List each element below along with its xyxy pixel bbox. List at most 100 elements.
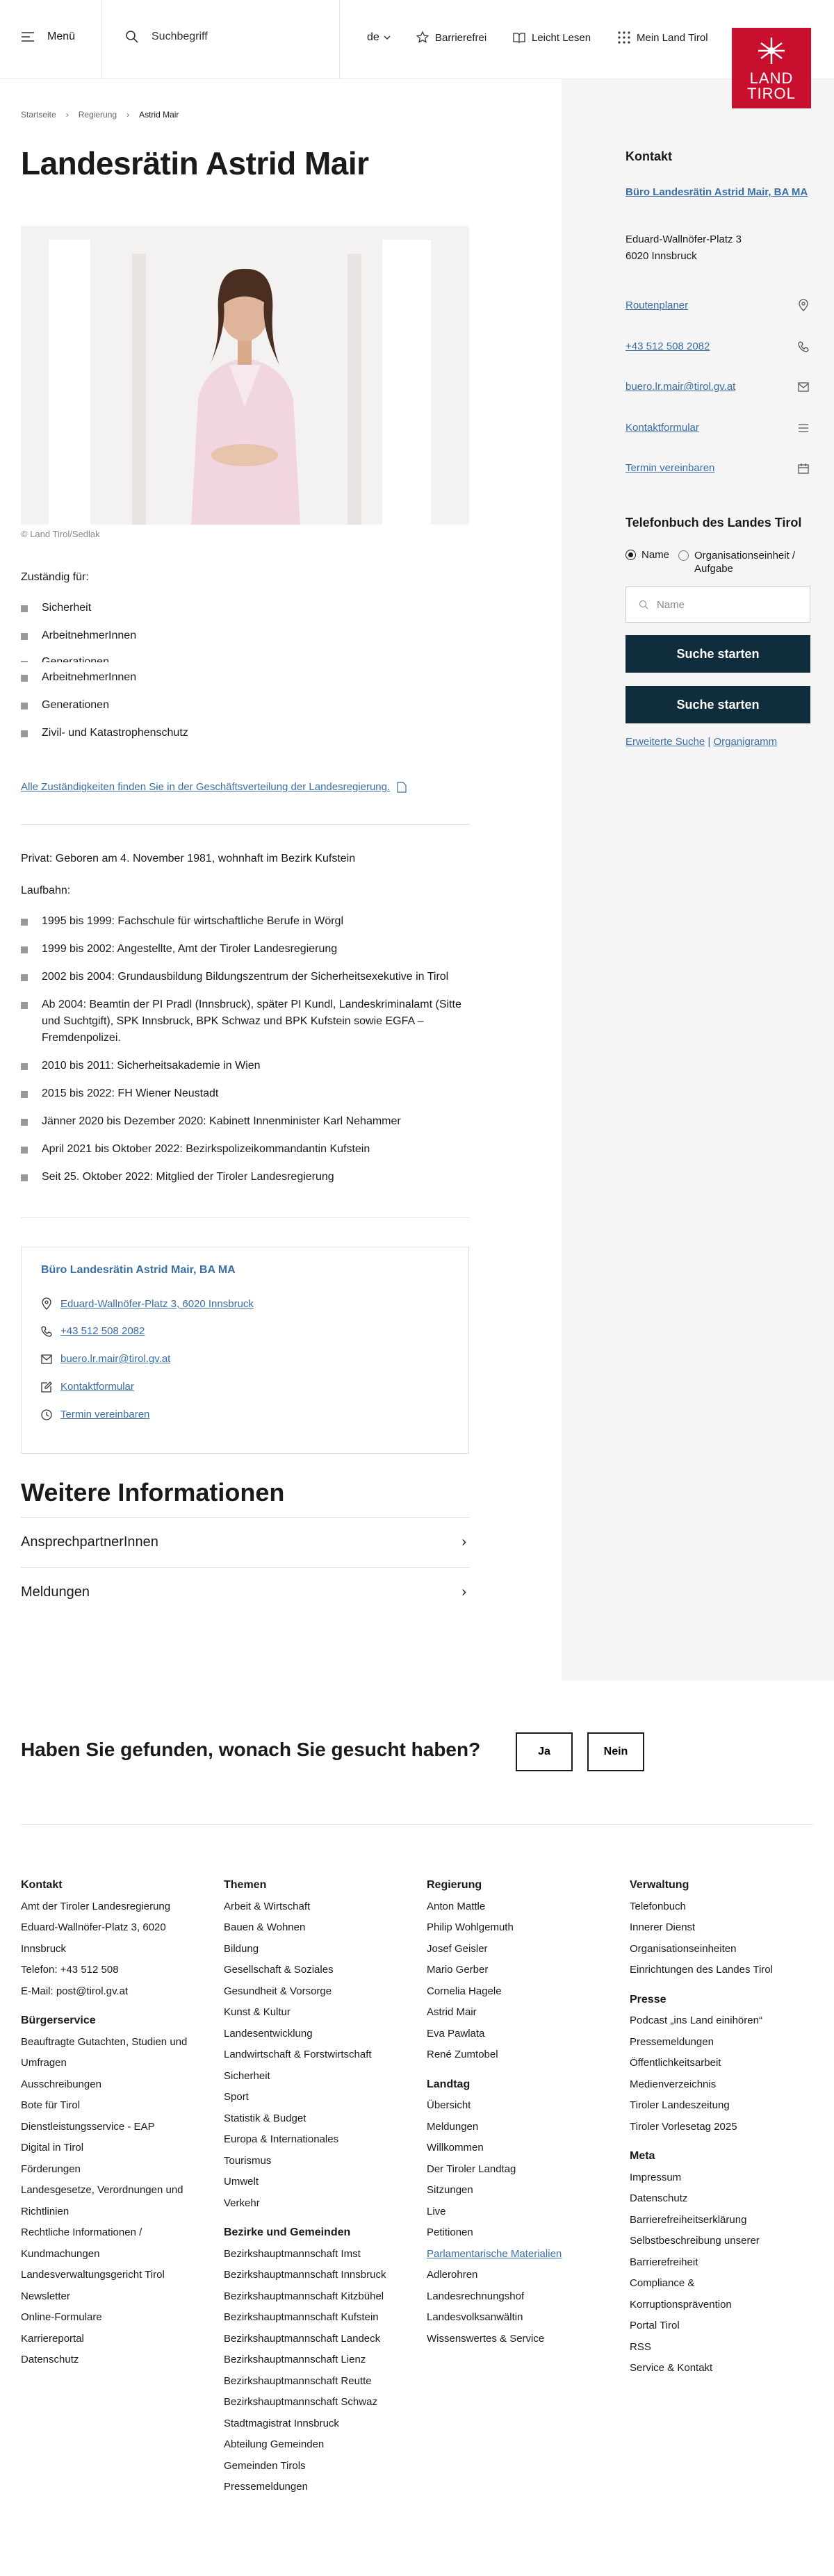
footer-link[interactable]: Adlerohren xyxy=(427,2265,614,2286)
footer-link[interactable]: Arbeit & Wirtschaft xyxy=(224,1896,411,1918)
accordion-ansprechpartner[interactable]: AnsprechpartnerInnen › xyxy=(21,1517,469,1567)
footer-link[interactable]: Bezirkshauptmannschaft Kufstein xyxy=(224,2307,411,2329)
footer-link[interactable]: Korruptionsprävention xyxy=(630,2295,813,2316)
footer-link[interactable]: Verkehr xyxy=(224,2193,411,2215)
footer-link[interactable]: Gemeinden Tirols xyxy=(224,2456,411,2477)
menu-button[interactable]: Menü xyxy=(21,30,75,44)
barrierefrei-link[interactable]: Barrierefrei xyxy=(416,31,486,44)
sidebar-termin[interactable]: Termin vereinbaren xyxy=(626,462,809,474)
mein-land-tirol-link[interactable]: Mein Land Tirol xyxy=(617,31,708,44)
card-phone-row[interactable]: +43 512 508 2082 xyxy=(41,1325,145,1337)
footer-link[interactable]: Sport xyxy=(224,2087,411,2108)
footer-link[interactable]: Meldungen xyxy=(427,2117,614,2138)
footer-link[interactable]: Bauen & Wohnen xyxy=(224,1917,411,1939)
footer-link[interactable]: Medienverzeichnis xyxy=(630,2074,813,2096)
footer-link[interactable]: Telefonbuch xyxy=(630,1896,813,1918)
footer-link[interactable]: Stadtmagistrat Innsbruck xyxy=(224,2413,411,2435)
footer-link[interactable]: Beauftragte Gutachten, Studien und xyxy=(21,2032,229,2053)
footer-link[interactable]: Bote für Tirol xyxy=(21,2095,229,2117)
footer-link[interactable]: Landesvolksanwältin xyxy=(427,2307,614,2329)
footer-link[interactable]: Barrierefreiheit xyxy=(630,2252,813,2274)
breadcrumb-regierung[interactable]: Regierung xyxy=(79,110,117,120)
footer-link[interactable]: Tiroler Vorlesetag 2025 xyxy=(630,2117,813,2138)
footer-link[interactable]: Bezirkshauptmannschaft Schwaz xyxy=(224,2392,411,2413)
footer-link[interactable]: Organisationseinheiten xyxy=(630,1939,813,1960)
footer-link[interactable]: Willkommen xyxy=(427,2138,614,2159)
footer-link[interactable]: Bezirkshauptmannschaft Reutte xyxy=(224,2371,411,2393)
footer-link[interactable]: Philip Wohlgemuth xyxy=(427,1917,614,1939)
footer-link[interactable]: Petitionen xyxy=(427,2222,614,2244)
language-select[interactable]: de xyxy=(367,31,391,44)
alle-zustaendigkeiten-link[interactable]: Alle Zuständigkeiten finden Sie in der G… xyxy=(21,781,407,793)
footer-link[interactable]: Karriereportal xyxy=(21,2329,229,2350)
footer-link[interactable]: Landesverwaltungsgericht Tirol xyxy=(21,2265,229,2286)
footer-link[interactable]: Cornelia Hagele xyxy=(427,1981,614,2003)
card-form-row[interactable]: Kontaktformular xyxy=(41,1381,134,1393)
footer-link[interactable]: Compliance & xyxy=(630,2273,813,2295)
footer-link[interactable]: Newsletter xyxy=(21,2286,229,2308)
footer-link[interactable]: Tourismus xyxy=(224,2151,411,2172)
footer-link[interactable]: Bezirkshauptmannschaft Imst xyxy=(224,2244,411,2265)
footer-link[interactable]: Service & Kontakt xyxy=(630,2358,813,2379)
search-start-button-2[interactable]: Suche starten xyxy=(626,686,810,723)
footer-link[interactable]: Portal Tirol xyxy=(630,2315,813,2337)
footer-link[interactable]: Gesundheit & Vorsorge xyxy=(224,1981,411,2003)
footer-link[interactable]: Kundmachungen xyxy=(21,2244,229,2265)
footer-link[interactable]: Selbstbeschreibung unserer xyxy=(630,2231,813,2252)
card-email-row[interactable]: buero.lr.mair@tirol.gv.at xyxy=(41,1353,170,1365)
footer-link[interactable]: RSS xyxy=(630,2337,813,2358)
footer-link[interactable]: Digital in Tirol xyxy=(21,2138,229,2159)
footer-link[interactable]: Eva Pawlata xyxy=(427,2024,614,2045)
card-termin-row[interactable]: Termin vereinbaren xyxy=(41,1409,149,1420)
footer-link[interactable]: Sicherheit xyxy=(224,2066,411,2087)
footer-link[interactable]: Datenschutz xyxy=(21,2349,229,2371)
sidebar-email[interactable]: buero.lr.mair@tirol.gv.at xyxy=(626,381,809,393)
footer-link[interactable]: Bezirkshauptmannschaft Innsbruck xyxy=(224,2265,411,2286)
footer-link[interactable]: Parlamentarische Materialien xyxy=(427,2244,614,2265)
footer-link[interactable]: Josef Geisler xyxy=(427,1939,614,1960)
radio-name[interactable]: Name xyxy=(626,549,669,561)
footer-link[interactable]: Datenschutz xyxy=(630,2188,813,2210)
footer-link[interactable]: Online-Formulare xyxy=(21,2307,229,2329)
footer-link[interactable]: Podcast „ins Land einihören“ xyxy=(630,2010,813,2032)
sidebar-office-link[interactable]: Büro Landesrätin Astrid Mair, BA MA xyxy=(626,185,809,199)
search-field[interactable]: Suchbegriff xyxy=(125,30,208,44)
search-start-button[interactable]: Suche starten xyxy=(626,635,810,673)
footer-link[interactable]: Gesellschaft & Soziales xyxy=(224,1960,411,1981)
footer-link[interactable]: Rechtliche Informationen / xyxy=(21,2222,229,2244)
footer-link[interactable]: Pressemeldungen xyxy=(630,2032,813,2053)
footer-link[interactable]: René Zumtobel xyxy=(427,2044,614,2066)
footer-link[interactable]: Mario Gerber xyxy=(427,1960,614,1981)
sidebar-form[interactable]: Kontaktformular xyxy=(626,422,809,434)
footer-link[interactable]: Öffentlichkeitsarbeit xyxy=(630,2053,813,2074)
organigramm-link[interactable]: Organigramm xyxy=(713,736,777,748)
land-tirol-logo[interactable]: LAND TIROL xyxy=(732,28,811,108)
footer-link[interactable]: Live xyxy=(427,2201,614,2223)
footer-link[interactable]: Wissenswertes & Service xyxy=(427,2329,614,2350)
footer-link[interactable]: Umwelt xyxy=(224,2172,411,2193)
erweiterte-suche-link[interactable]: Erweiterte Suche xyxy=(626,736,705,748)
name-search-input[interactable]: Name xyxy=(626,586,810,623)
footer-link[interactable]: Innerer Dienst xyxy=(630,1917,813,1939)
footer-link[interactable]: Bezirkshauptmannschaft Landeck xyxy=(224,2329,411,2350)
footer-link[interactable]: Europa & Internationales xyxy=(224,2129,411,2151)
footer-link[interactable]: Übersicht xyxy=(427,2095,614,2117)
footer-link[interactable]: Tiroler Landeszeitung xyxy=(630,2095,813,2117)
footer-link[interactable]: Ausschreibungen xyxy=(21,2074,229,2096)
footer-link[interactable]: Abteilung Gemeinden xyxy=(224,2434,411,2456)
accordion-meldungen[interactable]: Meldungen › xyxy=(21,1567,469,1617)
footer-link[interactable]: Der Tiroler Landtag xyxy=(427,2159,614,2181)
footer-link[interactable]: Dienstleistungsservice - EAP xyxy=(21,2117,229,2138)
footer-link[interactable]: Impressum xyxy=(630,2167,813,2189)
footer-link[interactable]: Anton Mattle xyxy=(427,1896,614,1918)
footer-link[interactable]: Kunst & Kultur xyxy=(224,2002,411,2024)
leicht-lesen-link[interactable]: Leicht Lesen xyxy=(512,31,591,44)
footer-link[interactable]: Statistik & Budget xyxy=(224,2108,411,2130)
footer-link[interactable]: Barrierefreiheitserklärung xyxy=(630,2210,813,2231)
breadcrumb-home[interactable]: Startseite xyxy=(21,110,56,120)
feedback-yes-button[interactable]: Ja xyxy=(516,1732,573,1771)
footer-link[interactable]: Landesgesetze, Verordnungen und xyxy=(21,2180,229,2201)
footer-link[interactable]: Pressemeldungen xyxy=(224,2477,411,2498)
footer-link[interactable]: Einrichtungen des Landes Tirol xyxy=(630,1960,813,1981)
footer-link[interactable]: Richtlinien xyxy=(21,2201,229,2223)
